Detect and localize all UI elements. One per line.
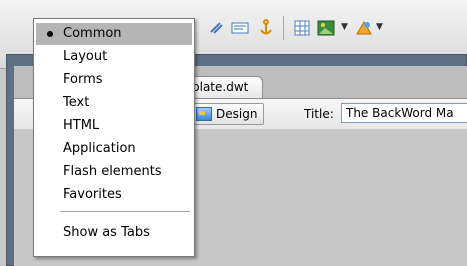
menu-item-label: Application: [63, 141, 136, 156]
menu-item-flash-elements[interactable]: Flash elements: [36, 161, 192, 183]
title-label: Title:: [304, 107, 334, 121]
menu-separator: [60, 211, 190, 212]
document-tab[interactable]: plate.dwt: [185, 76, 264, 99]
design-button-label: Design: [216, 107, 258, 121]
menu-item-show-as-tabs[interactable]: Show as Tabs: [36, 222, 192, 244]
menu-item-label: HTML: [63, 118, 100, 133]
menu-item-common[interactable]: Common: [36, 23, 192, 45]
menu-item-label: Layout: [63, 49, 108, 64]
menu-item-application[interactable]: Application: [36, 138, 192, 160]
menu-item-favorites[interactable]: Favorites: [36, 184, 192, 206]
menu-item-label: Forms: [63, 72, 103, 87]
chevron-down-icon[interactable]: ▼: [376, 22, 383, 32]
title-field[interactable]: The BackWord Ma: [341, 103, 467, 123]
menu-item-html[interactable]: HTML: [36, 115, 192, 137]
table-icon[interactable]: [291, 18, 313, 38]
document-tab-label: plate.dwt: [192, 80, 249, 94]
chevron-down-icon[interactable]: ▼: [341, 22, 348, 32]
selected-bullet-icon: [47, 31, 53, 37]
anchor-icon[interactable]: [255, 18, 277, 38]
toolbar-separator: [283, 16, 284, 40]
menu-item-forms[interactable]: Forms: [36, 69, 192, 91]
design-view-icon: [196, 107, 212, 121]
menu-item-label: Favorites: [63, 187, 122, 202]
menu-item-label: Show as Tabs: [63, 225, 150, 240]
hyperlink-icon[interactable]: [206, 18, 228, 38]
menu-item-label: Flash elements: [63, 164, 162, 179]
menu-item-label: Text: [63, 95, 90, 110]
design-view-button[interactable]: Design: [191, 103, 265, 125]
menu-item-text[interactable]: Text: [36, 92, 192, 114]
media-icon[interactable]: [353, 18, 375, 38]
email-icon[interactable]: [229, 18, 251, 38]
image-icon[interactable]: [315, 18, 337, 38]
menu-item-layout[interactable]: Layout: [36, 46, 192, 68]
insert-category-menu: Common Layout Forms Text HTML Applicatio…: [33, 18, 195, 257]
menu-item-label: Common: [63, 26, 122, 41]
